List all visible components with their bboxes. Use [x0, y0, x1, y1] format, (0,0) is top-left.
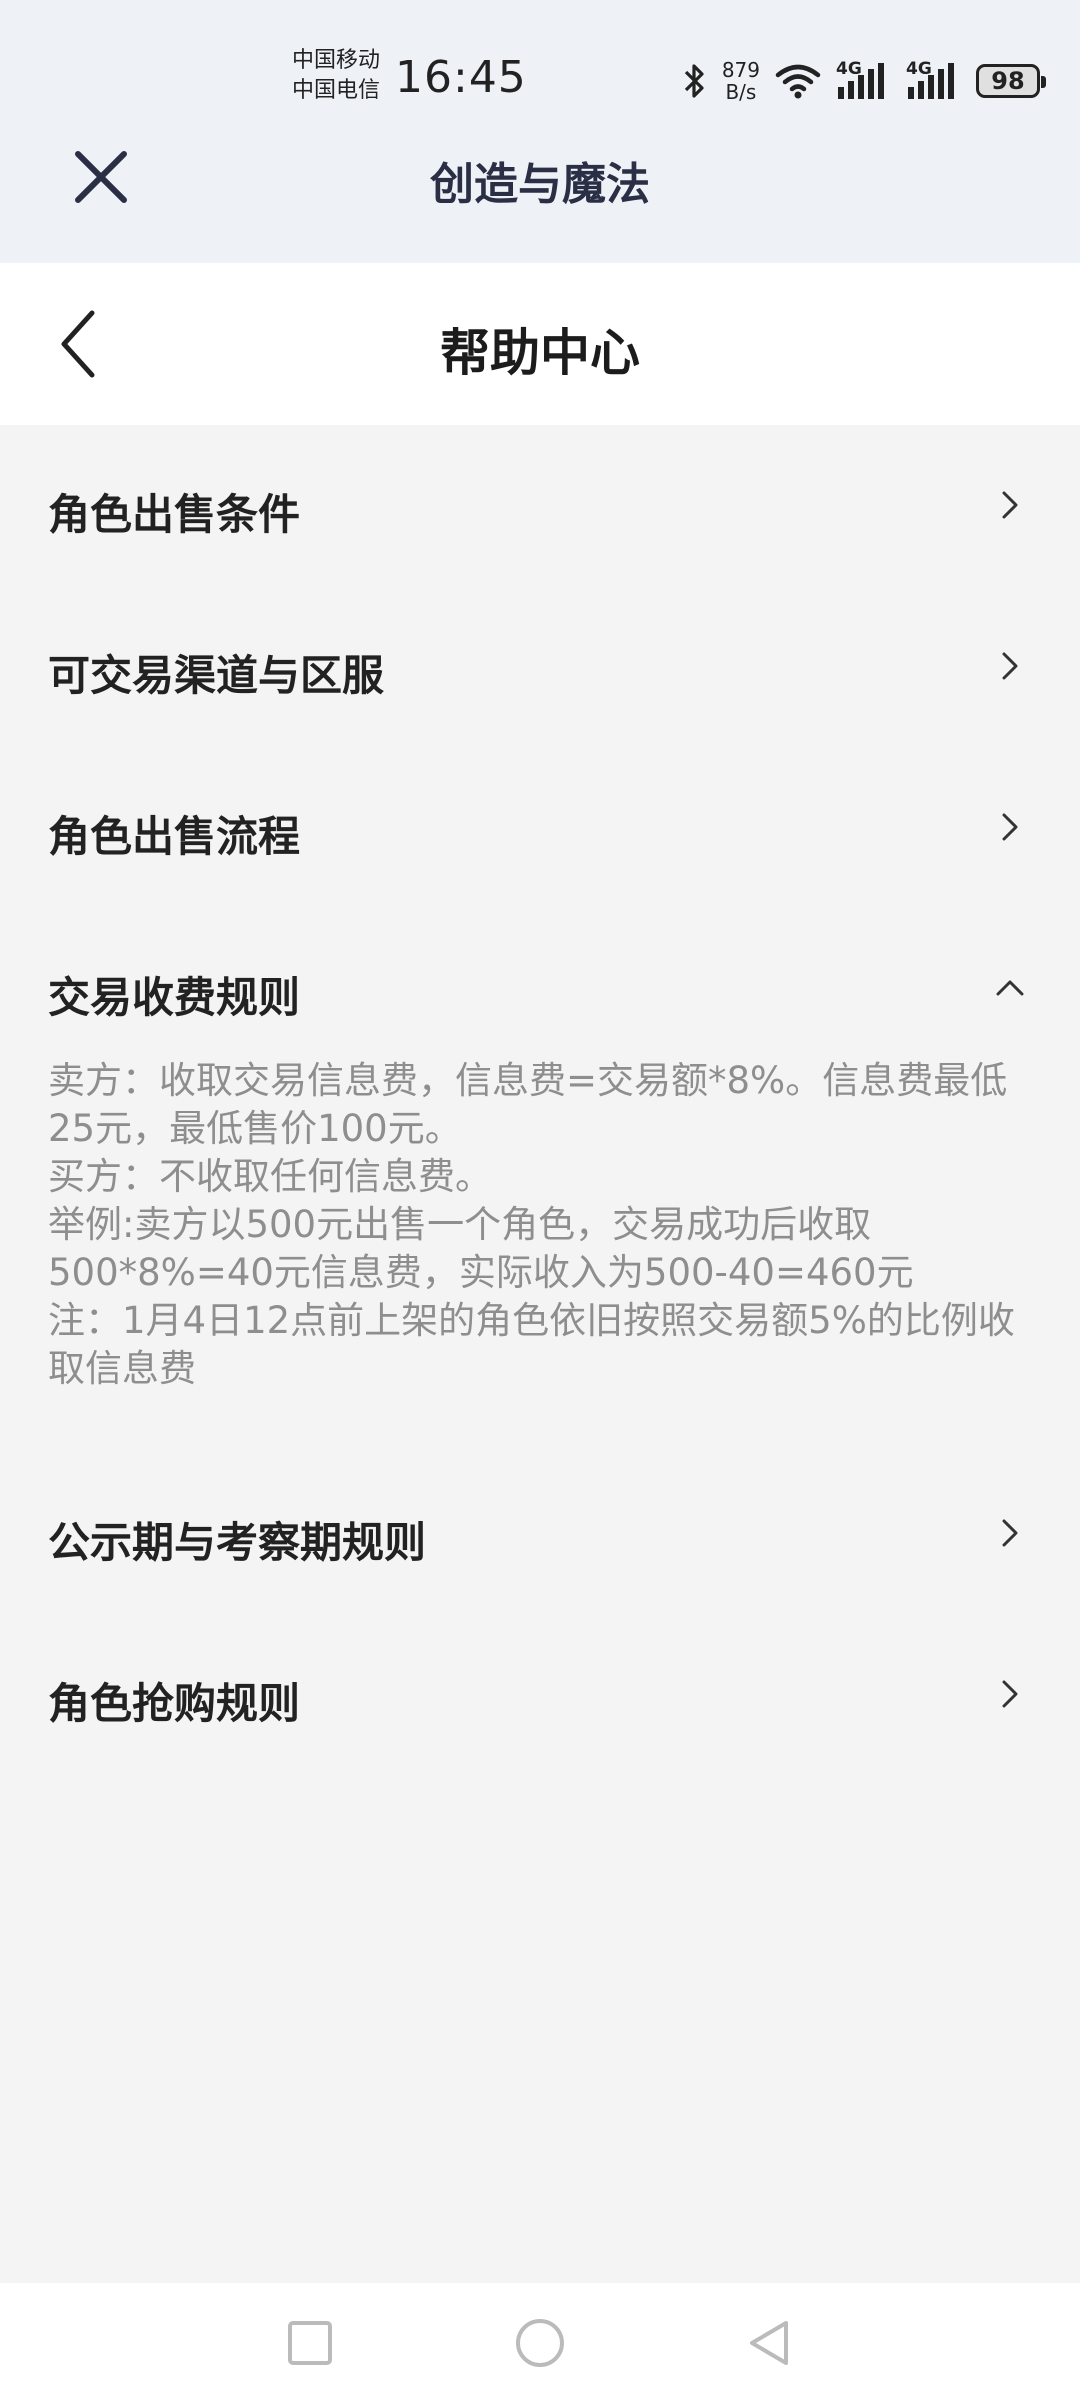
clock: 16:45 [395, 52, 527, 103]
page-title: 帮助中心 [440, 324, 640, 382]
signal-icon [838, 63, 884, 99]
faq-list: 角色出售条件 可交易渠道与区服 角色出售流程 交易收费规则 卖方：收取交易信息费… [0, 425, 1080, 1775]
network-speed: 879 B/s [722, 59, 760, 103]
chevron-right-icon [1002, 652, 1018, 680]
speed-value: 879 [721, 58, 760, 82]
mini-app-title: 创造与魔法 [430, 159, 650, 210]
fee-rule-line: 买方：不收取任何信息费。 [48, 1155, 492, 1198]
home-circle-icon[interactable] [510, 2313, 570, 2373]
chevron-right-icon [1002, 813, 1018, 841]
wifi-icon [775, 64, 821, 99]
fee-rules-content: 卖方：收取交易信息费，信息费=交易额*8%。信息费最低25元，最低售价100元。… [0, 1057, 1080, 1453]
carrier-1: 中国移动 [292, 48, 381, 73]
battery-icon: 98 [976, 64, 1046, 98]
signal-icon [908, 63, 954, 99]
mini-app-header: 创造与魔法 [0, 120, 1080, 230]
chevron-right-icon [1002, 1519, 1018, 1547]
faq-item-fee-rules[interactable]: 交易收费规则 [0, 908, 1080, 1069]
signal-1: 4G [836, 59, 892, 101]
faq-item-publicity-period[interactable]: 公示期与考察期规则 [0, 1453, 1080, 1614]
faq-item-label: 角色出售流程 [48, 812, 301, 861]
page-header: 帮助中心 [0, 263, 1080, 425]
faq-item-flash-sale[interactable]: 角色抢购规则 [0, 1614, 1080, 1775]
top-area: 中国移动 中国电信 16:45 879 B/s 4G 4G 98 创造与魔法 [0, 0, 1080, 263]
faq-item-label: 角色出售条件 [48, 490, 301, 539]
recents-square-icon[interactable] [280, 2313, 340, 2373]
fee-rule-line: 举例:卖方以500元出售一个角色，交易成功后收取500*8%=40元信息费，实际… [48, 1203, 914, 1294]
faq-item-label: 公示期与考察期规则 [48, 1518, 427, 1567]
fee-rule-line: 注：1月4日12点前上架的角色依旧按照交易额5%的比例收取信息费 [48, 1299, 1015, 1390]
chevron-right-icon [1002, 1680, 1018, 1708]
faq-item-label: 角色抢购规则 [48, 1679, 301, 1728]
speed-unit: B/s [725, 80, 757, 104]
signal-2: 4G [906, 59, 962, 101]
fee-rule-line: 卖方：收取交易信息费，信息费=交易额*8%。信息费最低25元，最低售价100元。 [48, 1059, 1008, 1150]
system-nav-bar [0, 2283, 1080, 2400]
faq-item-label: 交易收费规则 [48, 973, 301, 1022]
carrier-2: 中国电信 [292, 78, 381, 103]
faq-item-label: 可交易渠道与区服 [48, 651, 385, 700]
faq-item-channels[interactable]: 可交易渠道与区服 [0, 586, 1080, 747]
status-icons: 879 B/s 4G 4G 98 [682, 54, 1046, 108]
chevron-up-icon [996, 980, 1024, 996]
back-triangle-icon[interactable] [740, 2313, 800, 2373]
chevron-right-icon [1002, 491, 1018, 519]
faq-item-sale-conditions[interactable]: 角色出售条件 [0, 425, 1080, 586]
carrier-labels: 中国移动 中国电信 [292, 46, 380, 106]
bluetooth-icon [684, 64, 704, 98]
faq-item-sale-process[interactable]: 角色出售流程 [0, 747, 1080, 908]
battery-level: 98 [991, 67, 1025, 95]
